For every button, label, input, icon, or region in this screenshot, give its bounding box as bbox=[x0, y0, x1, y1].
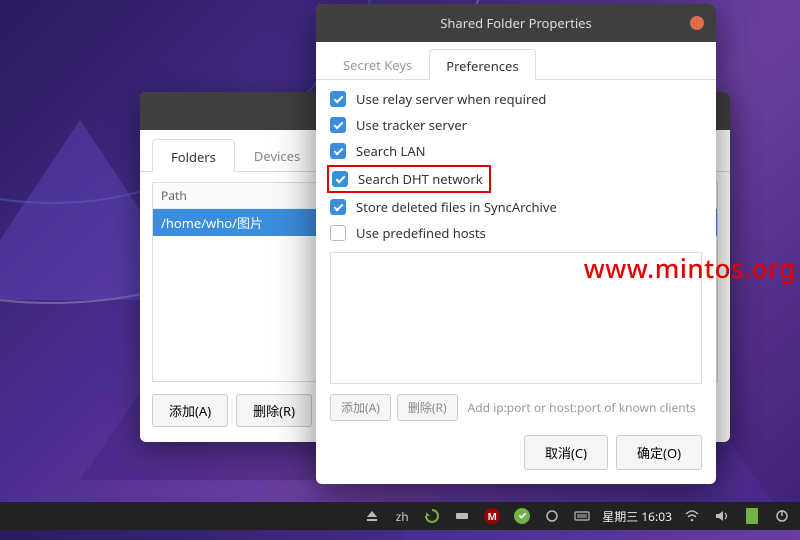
predefined-hosts-list[interactable] bbox=[330, 252, 702, 384]
tab-preferences[interactable]: Preferences bbox=[429, 49, 535, 80]
highlight-annotation: Search DHT network bbox=[327, 165, 491, 193]
hosts-hint: Add ip:port or host:port of known client… bbox=[464, 399, 702, 416]
ime-indicator[interactable]: zh bbox=[392, 506, 412, 526]
ok-button[interactable]: 确定(O) bbox=[616, 435, 702, 470]
add-host-button[interactable]: 添加(A) bbox=[330, 394, 391, 421]
checkbox-icon[interactable] bbox=[330, 91, 346, 107]
cancel-button[interactable]: 取消(C) bbox=[524, 435, 608, 470]
status-tray-icon[interactable] bbox=[542, 506, 562, 526]
keyboard-tray-icon[interactable] bbox=[572, 506, 592, 526]
power-icon[interactable] bbox=[772, 506, 792, 526]
taskbar: zh M 星期三 16:03 bbox=[0, 502, 800, 530]
eject-icon[interactable] bbox=[362, 506, 382, 526]
dialog-title: Shared Folder Properties bbox=[440, 14, 591, 32]
option-relay[interactable]: Use relay server when required bbox=[330, 90, 702, 108]
remove-host-button[interactable]: 删除(R) bbox=[397, 394, 458, 421]
option-label: Use tracker server bbox=[356, 116, 467, 134]
volume-icon[interactable] bbox=[712, 506, 732, 526]
checkbox-icon[interactable] bbox=[330, 143, 346, 159]
option-label: Search LAN bbox=[356, 142, 426, 160]
dialog-titlebar[interactable]: Shared Folder Properties bbox=[316, 4, 716, 42]
checkbox-icon[interactable] bbox=[332, 171, 348, 187]
close-icon[interactable] bbox=[690, 16, 704, 30]
m-badge: M bbox=[484, 508, 500, 524]
clock[interactable]: 星期三 16:03 bbox=[602, 508, 672, 525]
remove-folder-button[interactable]: 删除(R) bbox=[236, 394, 312, 427]
tab-devices[interactable]: Devices bbox=[235, 138, 319, 171]
option-tracker[interactable]: Use tracker server bbox=[330, 116, 702, 134]
option-label: Use relay server when required bbox=[356, 90, 546, 108]
disk-tray-icon[interactable] bbox=[452, 506, 472, 526]
tab-folders[interactable]: Folders bbox=[152, 139, 235, 172]
checkbox-icon[interactable] bbox=[330, 199, 346, 215]
shield-tray-icon[interactable] bbox=[512, 506, 532, 526]
checkbox-icon[interactable] bbox=[330, 117, 346, 133]
add-folder-button[interactable]: 添加(A) bbox=[152, 394, 228, 427]
shared-folder-properties-dialog: Shared Folder Properties Secret Keys Pre… bbox=[316, 4, 716, 484]
option-search-dht[interactable]: Search DHT network bbox=[330, 168, 702, 190]
option-search-lan[interactable]: Search LAN bbox=[330, 142, 702, 160]
option-label: Use predefined hosts bbox=[356, 224, 486, 242]
option-label: Search DHT network bbox=[358, 170, 483, 188]
battery-icon[interactable] bbox=[742, 506, 762, 526]
dialog-tabs: Secret Keys Preferences bbox=[316, 42, 716, 80]
tab-secret-keys[interactable]: Secret Keys bbox=[326, 48, 429, 79]
option-label: Store deleted files in SyncArchive bbox=[356, 198, 557, 216]
checkbox-icon[interactable] bbox=[330, 225, 346, 241]
option-sync-archive[interactable]: Store deleted files in SyncArchive bbox=[330, 198, 702, 216]
sync-tray-icon[interactable] bbox=[422, 506, 442, 526]
wifi-icon[interactable] bbox=[682, 506, 702, 526]
option-predefined-hosts[interactable]: Use predefined hosts bbox=[330, 224, 702, 242]
mega-tray-icon[interactable]: M bbox=[482, 506, 502, 526]
